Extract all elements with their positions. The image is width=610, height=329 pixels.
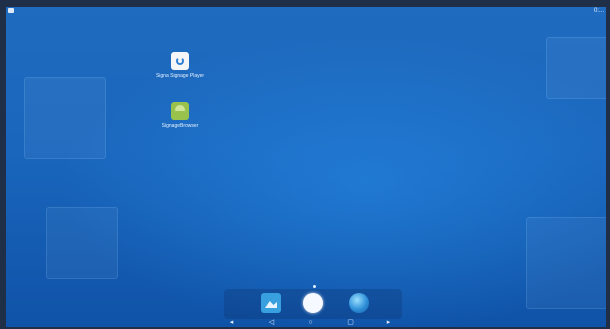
desktop-icon-label: SignageBrowser bbox=[161, 123, 199, 129]
status-bar: 0:... bbox=[6, 7, 606, 15]
desktop-icon-signage-browser[interactable]: SignageBrowser bbox=[135, 102, 225, 129]
dock bbox=[224, 285, 402, 319]
recents-icon[interactable]: ▢ bbox=[347, 319, 354, 326]
status-clock: 0:... bbox=[593, 8, 604, 14]
all-apps-icon[interactable] bbox=[303, 293, 323, 313]
back-icon[interactable]: ◁ bbox=[268, 319, 275, 326]
desktop-icon-signage-player[interactable]: Signa Signage Player bbox=[135, 52, 225, 79]
desktop-icon-label: Signa Signage Player bbox=[155, 73, 205, 79]
wallpaper-tile bbox=[526, 217, 606, 309]
android-app-icon bbox=[171, 102, 189, 120]
gallery-icon[interactable] bbox=[261, 293, 281, 313]
wallpaper-tile bbox=[24, 77, 106, 159]
wallpaper-tile bbox=[546, 37, 606, 99]
signage-player-icon bbox=[171, 52, 189, 70]
navigation-bar: ◂ ◁ ○ ▢ ▸ bbox=[6, 317, 606, 327]
page-indicator-dot bbox=[313, 285, 316, 288]
volume-up-icon[interactable]: ▸ bbox=[385, 319, 392, 326]
home-icon[interactable]: ○ bbox=[307, 319, 314, 326]
wallpaper-tile bbox=[46, 207, 118, 279]
notification-icon bbox=[8, 8, 14, 13]
browser-globe-icon[interactable] bbox=[349, 293, 369, 313]
volume-down-icon[interactable]: ◂ bbox=[228, 319, 235, 326]
android-desktop-screen: 0:... Signa Signage Player SignageBrowse… bbox=[6, 7, 606, 327]
